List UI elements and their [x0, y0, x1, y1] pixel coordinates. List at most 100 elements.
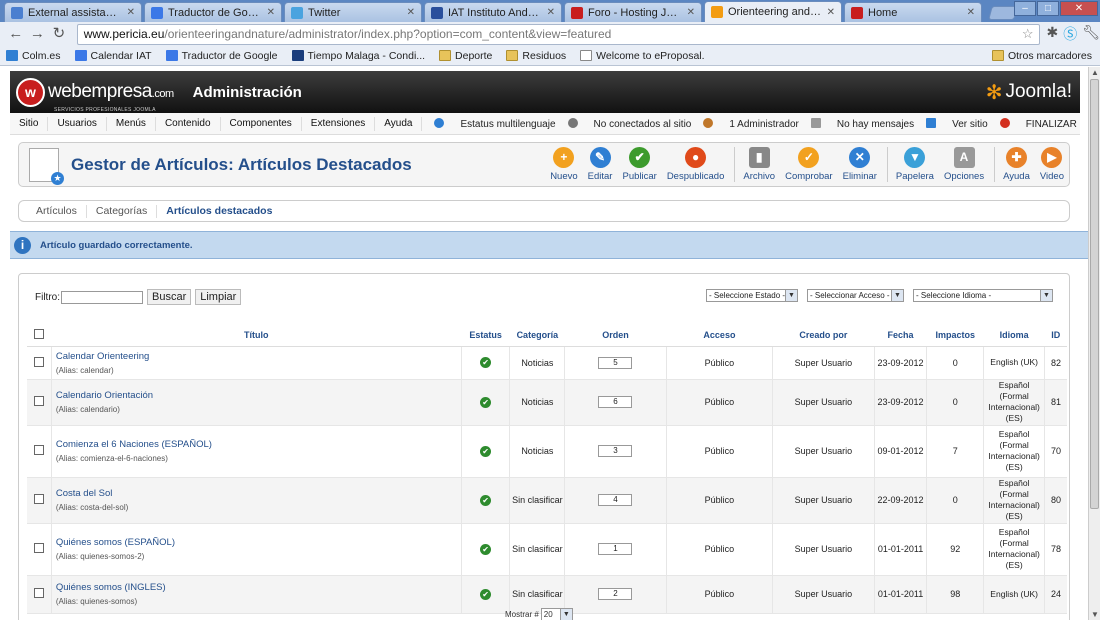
row-checkbox[interactable]: [33, 588, 44, 598]
select-all-checkbox[interactable]: [27, 324, 52, 347]
column-header[interactable]: Orden: [564, 324, 667, 347]
menu-item-sitio[interactable]: Sitio: [10, 116, 49, 131]
skype-icon[interactable]: Ⓢ: [1063, 24, 1077, 44]
published-check-icon[interactable]: ✔: [480, 445, 492, 457]
checkbox[interactable]: [34, 328, 45, 339]
page-scrollbar[interactable]: ▲ ▼: [1088, 67, 1100, 620]
order-input[interactable]: 1: [598, 543, 633, 555]
bookmark-star-icon[interactable]: ☆: [1022, 26, 1034, 42]
maximize-button[interactable]: □: [1037, 1, 1059, 16]
view-site-link[interactable]: Ver sitio: [926, 117, 988, 130]
column-header[interactable]: Título: [51, 324, 462, 347]
browser-tab[interactable]: Home ✕: [844, 2, 982, 22]
language-select[interactable]: - Seleccione Idioma - ▼: [913, 289, 1053, 302]
bookmark-item[interactable]: Colm.es: [6, 50, 61, 62]
editar-button[interactable]: ✎ Editar: [588, 147, 612, 182]
row-checkbox[interactable]: [33, 396, 44, 406]
filter-input[interactable]: [61, 290, 143, 304]
menu-item-extensiones[interactable]: Extensiones: [302, 116, 376, 131]
subnav-item[interactable]: Artículos destacados: [157, 205, 281, 218]
article-title-link[interactable]: Quiénes somos (ESPAÑOL): [56, 537, 461, 548]
tab-close-icon[interactable]: ✕: [127, 7, 135, 18]
column-header[interactable]: Idioma: [983, 324, 1045, 347]
menu-item-usuarios[interactable]: Usuarios: [48, 116, 107, 131]
search-button[interactable]: Buscar: [147, 289, 192, 305]
bookmark-item[interactable]: Deporte: [439, 50, 492, 62]
article-title-link[interactable]: Comienza el 6 Naciones (ESPAÑOL): [56, 439, 461, 450]
bookmark-item[interactable]: Calendar IAT: [74, 50, 152, 62]
tab-close-icon[interactable]: ✕: [547, 7, 555, 18]
column-header[interactable]: Creado por: [772, 324, 875, 347]
browser-tab[interactable]: Foro - Hosting Joomla ✕: [564, 2, 702, 22]
menu-item-ayuda[interactable]: Ayuda: [375, 116, 423, 131]
order-input[interactable]: 3: [598, 445, 633, 457]
order-input[interactable]: 2: [598, 588, 633, 600]
row-checkbox[interactable]: [33, 445, 44, 455]
order-input[interactable]: 5: [598, 356, 633, 369]
access-select[interactable]: - Seleccionar Acceso - ▼: [807, 289, 904, 302]
article-title-link[interactable]: Calendario Orientación: [56, 390, 461, 401]
bookmark-item[interactable]: Traductor de Google: [165, 50, 278, 62]
order-input[interactable]: 4: [598, 494, 633, 506]
status-multilang[interactable]: Estatus multilenguaje: [434, 117, 556, 130]
article-title-link[interactable]: Quiénes somos (INGLES): [56, 582, 461, 593]
eliminar-button[interactable]: ✕ Eliminar: [843, 147, 877, 182]
tab-close-icon[interactable]: ✕: [267, 7, 275, 18]
tab-close-icon[interactable]: ✕: [967, 7, 975, 18]
minimize-button[interactable]: –: [1014, 1, 1036, 16]
article-title-link[interactable]: Calendar Orienteering: [56, 351, 461, 362]
video-button[interactable]: ▶ Video: [1040, 147, 1064, 182]
despublicado-button[interactable]: ● Despublicado: [667, 147, 724, 182]
ayuda-button[interactable]: ✚ Ayuda: [994, 147, 1030, 182]
browser-tab[interactable]: External assistance costs ✕: [4, 2, 142, 22]
extension-icon[interactable]: ✱: [1046, 24, 1058, 44]
other-bookmarks[interactable]: Otros marcadores: [991, 50, 1092, 62]
status-messages[interactable]: No hay mensajes: [810, 117, 914, 130]
column-header[interactable]: Estatus: [461, 324, 510, 347]
browser-tab[interactable]: IAT Instituto Andaluz de T ✕: [424, 2, 562, 22]
forward-arrow-icon[interactable]: →: [28, 24, 48, 44]
column-header[interactable]: Fecha: [874, 324, 927, 347]
opciones-button[interactable]: A Opciones: [944, 147, 984, 182]
order-input[interactable]: 6: [598, 396, 633, 408]
browser-tab[interactable]: Twitter ✕: [284, 2, 422, 22]
reload-icon[interactable]: ↻: [49, 24, 69, 44]
nuevo-button[interactable]: + Nuevo: [550, 147, 578, 182]
bookmark-item[interactable]: Residuos: [506, 50, 566, 62]
article-title-link[interactable]: Costa del Sol: [56, 488, 461, 499]
comprobar-button[interactable]: ✓ Comprobar: [785, 147, 833, 182]
published-check-icon[interactable]: ✔: [480, 543, 492, 555]
column-header[interactable]: Acceso: [666, 324, 773, 347]
tab-close-icon[interactable]: ✕: [407, 7, 415, 18]
row-checkbox[interactable]: [33, 356, 44, 367]
limit-select[interactable]: 20 ▼: [540, 608, 573, 620]
subnav-item[interactable]: Categorías: [87, 204, 158, 218]
address-bar[interactable]: www.pericia.eu /orienteeringandnature/ad…: [76, 23, 1041, 45]
menu-item-componentes[interactable]: Componentes: [221, 116, 302, 131]
menu-item-contenido[interactable]: Contenido: [156, 116, 221, 131]
published-check-icon[interactable]: ✔: [480, 588, 492, 600]
tab-close-icon[interactable]: ✕: [827, 7, 835, 18]
subnav-item[interactable]: Artículos: [27, 204, 87, 218]
column-header[interactable]: Categoría: [509, 324, 565, 347]
browser-tab[interactable]: Orienteering and Nature ✕: [704, 1, 842, 22]
published-check-icon[interactable]: ✔: [480, 494, 492, 506]
column-header[interactable]: ID: [1044, 324, 1067, 347]
published-check-icon[interactable]: ✔: [480, 357, 492, 368]
row-checkbox[interactable]: [33, 494, 44, 504]
published-check-icon[interactable]: ✔: [480, 396, 492, 408]
row-checkbox[interactable]: [33, 543, 44, 553]
state-select[interactable]: - Seleccione Estado - ▼: [706, 289, 798, 302]
browser-tab[interactable]: Traductor de Google ✕: [144, 2, 282, 22]
menu-item-menús[interactable]: Menús: [107, 116, 156, 131]
wrench-icon[interactable]: 🔧︎: [1082, 24, 1100, 44]
scroll-thumb[interactable]: [1090, 79, 1099, 509]
publicar-button[interactable]: ✔ Publicar: [622, 147, 657, 182]
bookmark-item[interactable]: Welcome to eProposal.: [580, 50, 705, 62]
bookmark-item[interactable]: Tiempo Malaga - Condi...: [291, 50, 425, 62]
clear-button[interactable]: Limpiar: [195, 289, 242, 305]
window-close-button[interactable]: ✕: [1060, 1, 1098, 16]
tab-close-icon[interactable]: ✕: [687, 7, 695, 18]
logout-link[interactable]: FINALIZAR: [999, 117, 1077, 130]
back-arrow-icon[interactable]: ←: [6, 24, 26, 44]
